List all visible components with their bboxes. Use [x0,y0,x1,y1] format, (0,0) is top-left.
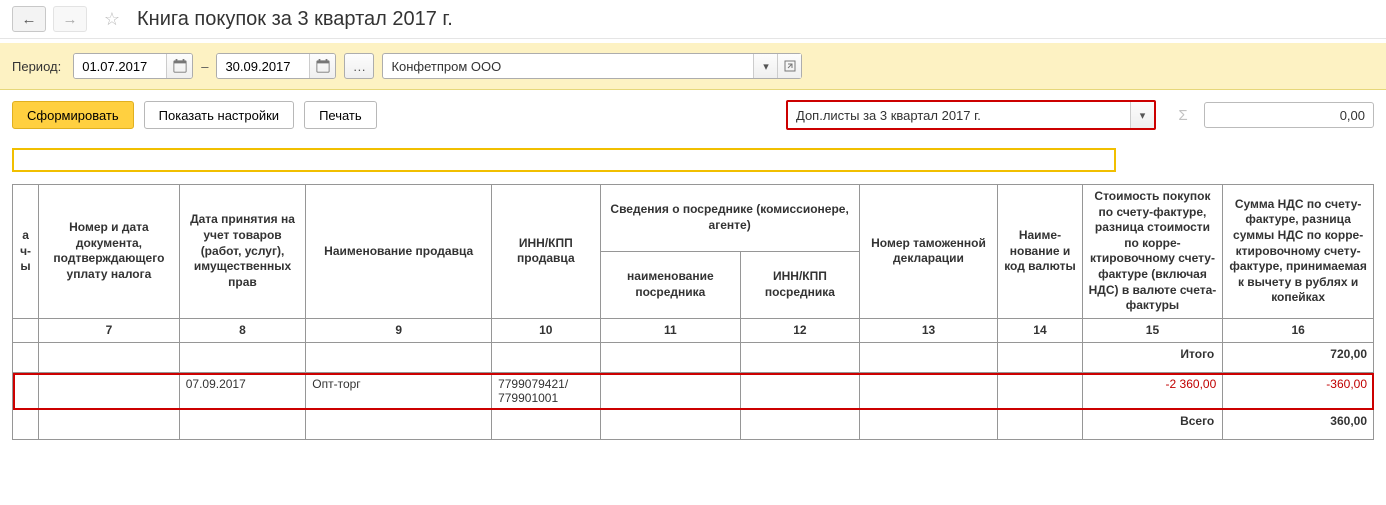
colnum-16: 16 [1223,318,1374,343]
period-to-wrap [216,53,336,79]
col16-header: Сумма НДС по счету-фактуре, разница сумм… [1223,185,1374,319]
company-select[interactable]: Конфетпром ООО ▾ [382,53,802,79]
print-button[interactable]: Печать [304,101,377,129]
period-from-wrap [73,53,193,79]
period-bar: Период: – … Конфетпром ООО ▾ [0,43,1386,90]
colnum-blank [13,318,39,343]
period-from-calendar-icon[interactable] [166,54,192,78]
report-table: а ч- ы Номер и дата документа, подтвержд… [12,184,1374,440]
cell-cost: -2 360,00 [1082,373,1223,410]
col-trunc: а ч- ы [13,185,39,319]
cell-seller: Опт-торг [306,373,492,410]
col11-header: наименование посредника [600,251,741,318]
period-from-input[interactable] [74,54,166,78]
col7-header: Номер и дата документа, подтвержда­ющего… [39,185,180,319]
cell-date: 07.09.2017 [179,373,306,410]
page-title: Книга покупок за 3 квартал 2017 г. [137,8,453,31]
col10-header: ИНН/КПП продавца [492,185,600,319]
company-open-icon[interactable] [777,54,801,78]
itogo-label: Итого [1082,343,1223,373]
company-dropdown-icon[interactable]: ▾ [753,54,777,78]
sheets-dropdown-icon[interactable]: ▾ [1130,102,1154,128]
itogo-value: 720,00 [1223,343,1374,373]
col9-header: Наименование продавца [306,185,492,319]
colnum-8: 8 [179,318,306,343]
colnum-13: 13 [859,318,998,343]
col12-header: ИНН/КПП посредника [741,251,860,318]
favorite-star-icon[interactable]: ☆ [101,8,123,30]
report-highlight-row[interactable] [12,148,1116,172]
sheets-dropdown-value: Доп.листы за 3 квартал 2017 г. [788,108,1130,123]
colnum-12: 12 [741,318,860,343]
period-to-calendar-icon[interactable] [309,54,335,78]
colnum-7: 7 [39,318,180,343]
col13-header: Номер таможенной декларации [859,185,998,319]
col11-12-group-header: Сведения о посреднике (комиссионере, аге… [600,185,859,252]
company-select-value: Конфетпром ООО [383,59,753,74]
period-label: Период: [12,59,61,74]
period-to-input[interactable] [217,54,309,78]
cell-vat: -360,00 [1223,373,1374,410]
colnum-11: 11 [600,318,741,343]
col15-header: Стоимость покупок по счету-фактуре, разн… [1082,185,1223,319]
vsego-value: 360,00 [1223,410,1374,440]
colnum-14: 14 [998,318,1082,343]
period-more-button[interactable]: … [344,53,374,79]
show-settings-button[interactable]: Показать настройки [144,101,294,129]
period-dash: – [201,59,208,74]
generate-button[interactable]: Сформировать [12,101,134,129]
summary-total: 0,00 [1204,102,1374,128]
colnum-15: 15 [1082,318,1223,343]
cell-inn: 7799079421/ 779901001 [492,373,600,410]
col14-header: Наиме­нование и код валюты [998,185,1082,319]
vsego-label: Всего [1082,410,1223,440]
colnum-10: 10 [492,318,600,343]
col8-header: Дата принятия на учет товаров (работ, ус… [179,185,306,319]
forward-button[interactable]: → [53,6,87,32]
toolbar: Сформировать Показать настройки Печать Д… [0,90,1386,140]
back-button[interactable]: ← [12,6,46,32]
sheets-dropdown[interactable]: Доп.листы за 3 квартал 2017 г. ▾ [786,100,1156,130]
sigma-icon: Σ [1172,107,1194,124]
colnum-9: 9 [306,318,492,343]
table-row[interactable]: 07.09.2017 Опт-торг 7799079421/ 77990100… [13,373,1374,410]
